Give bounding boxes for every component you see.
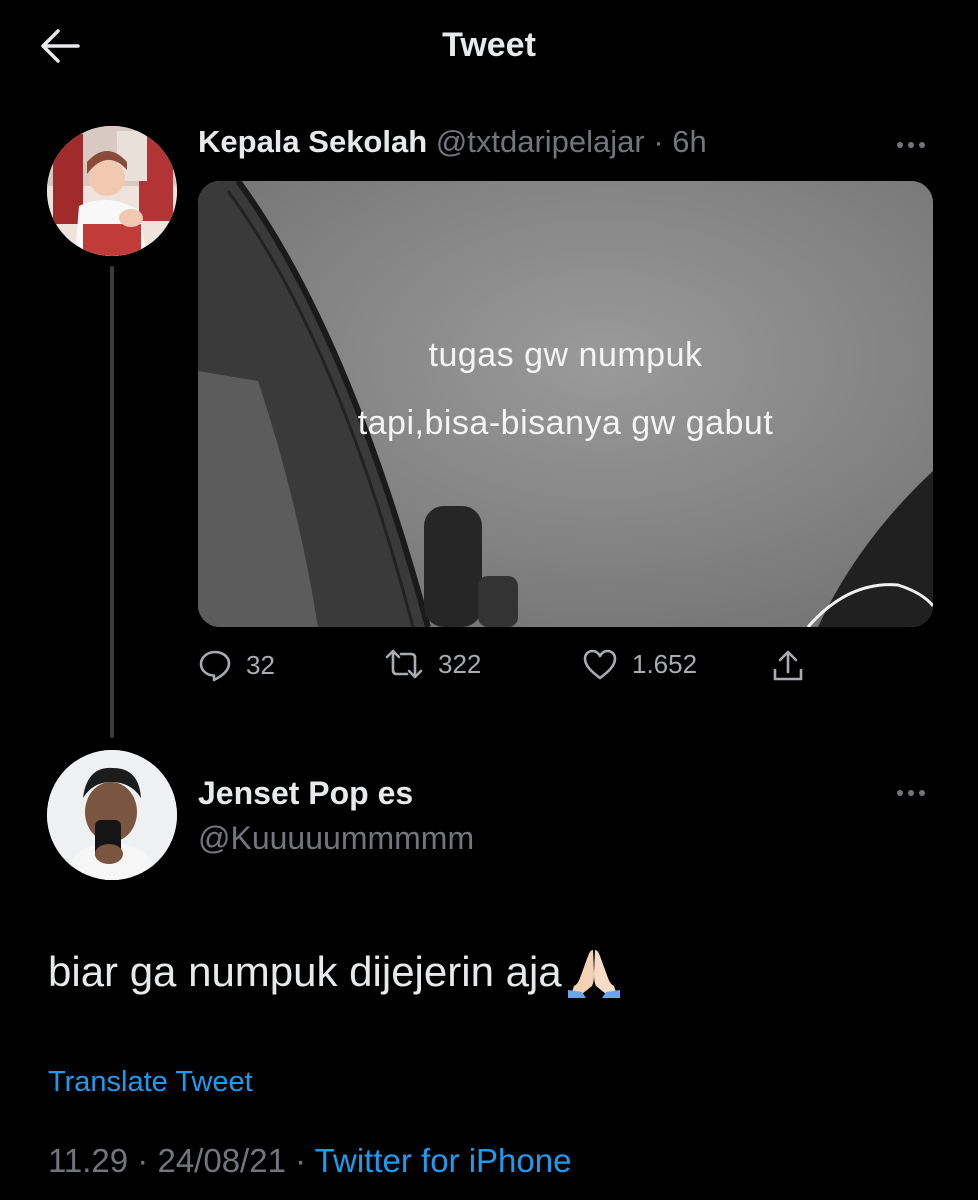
dot-icon	[919, 142, 925, 148]
reply-author-handle[interactable]: @Kuuuuummmmm	[198, 820, 474, 857]
share-button[interactable]	[770, 648, 806, 684]
folded-hands-icon	[567, 950, 620, 998]
tweet-media[interactable]: tugas gw numpuk tapi,bisa-bisanya gw gab…	[198, 181, 933, 627]
parent-tweet-meta: Kepala Sekolah @txtdaripelajar · 6h	[198, 124, 707, 160]
timestamp-separator: ·	[128, 1142, 158, 1179]
avatar-image	[47, 126, 177, 256]
retweet-count: 322	[438, 648, 482, 679]
reply-count: 32	[246, 649, 275, 680]
like-count: 1.652	[632, 648, 698, 679]
dot-icon	[908, 790, 914, 796]
like-button[interactable]: 1.652	[582, 648, 697, 680]
share-icon	[773, 650, 803, 681]
reply-icon	[199, 650, 231, 682]
reply-text-content: biar ga numpuk dijejerin aja	[48, 948, 562, 995]
dot-icon	[919, 790, 925, 796]
avatar-image	[47, 750, 177, 880]
thread-line	[110, 266, 114, 738]
dot-icon	[897, 790, 903, 796]
dot-icon	[908, 142, 914, 148]
avatar-reply[interactable]	[47, 750, 177, 880]
more-options-button[interactable]	[886, 130, 936, 160]
reply-tweet-text: biar ga numpuk dijejerin aja	[48, 944, 622, 1000]
parent-author-name[interactable]: Kepala Sekolah	[198, 124, 427, 159]
more-options-button[interactable]	[886, 778, 936, 808]
tweet-timestamp: 11.29 · 24/08/21 · Twitter for iPhone	[48, 1142, 571, 1180]
translate-tweet-link[interactable]: Translate Tweet	[48, 1066, 253, 1099]
retweet-button[interactable]: 322	[384, 648, 481, 680]
tweet-time[interactable]: 11.29	[48, 1142, 128, 1179]
page-title: Tweet	[442, 26, 536, 64]
media-caption-line-2: tapi,bisa-bisanya gw gabut	[357, 404, 774, 442]
heart-icon	[583, 649, 617, 680]
parent-author-handle[interactable]: @txtdaripelajar	[436, 124, 645, 159]
header: Tweet	[0, 0, 978, 95]
meta-separator: ·	[644, 124, 673, 159]
reply-author-name[interactable]: Jenset Pop es	[198, 775, 413, 812]
avatar-parent[interactable]	[47, 126, 177, 256]
media-caption-line-1: tugas gw numpuk	[428, 336, 703, 374]
tweet-source-link[interactable]: Twitter for iPhone	[315, 1142, 572, 1179]
dot-icon	[897, 142, 903, 148]
tweet-actions: 32 322 1.652	[198, 648, 818, 692]
reply-button[interactable]: 32	[198, 648, 275, 682]
parent-tweet-time[interactable]: 6h	[672, 124, 706, 159]
timestamp-separator: ·	[285, 1142, 315, 1179]
retweet-icon	[385, 649, 423, 679]
tweet-date[interactable]: 24/08/21	[157, 1142, 285, 1179]
